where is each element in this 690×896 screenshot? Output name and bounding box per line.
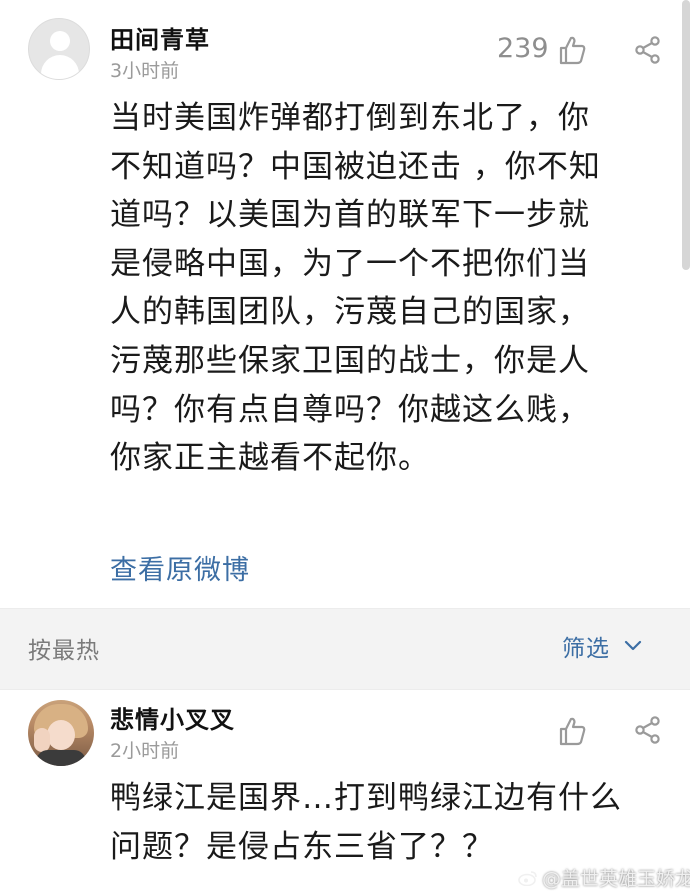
filter-label: 筛选 [562,636,610,662]
comment-line: 鸭绿江是国界…打到鸭绿江边有什么 [110,780,622,816]
comment-line: 你家正主越看不起你。 [110,440,430,477]
comment-card: 田间青草 3小时前 239 当时美国炸弹都打倒到东北了，你 不知道吗？中国被迫还… [0,0,690,610]
comment-line: 人的韩国团队，污蔑自己的国家， [110,294,590,331]
username[interactable]: 田间青草 [110,20,210,55]
sort-hot-label[interactable]: 按最热 [28,631,100,665]
avatar[interactable] [28,700,94,766]
sort-bar: 按最热 筛选 [0,608,690,690]
avatar-hand-shape [34,728,50,752]
comment-line: 道吗？以美国为首的联军下一步就 [110,197,590,234]
comment-line: 当时美国炸弹都打倒到东北了，你 [110,100,590,136]
avatar-head-shape [50,31,70,51]
chevron-down-icon [624,640,642,651]
like-count: 239 [497,33,549,64]
avatar-shirt-shape [36,750,86,766]
username[interactable]: 悲情小叉叉 [110,700,235,735]
share-icon[interactable] [634,36,662,64]
comment-line: 吗？你有点自尊吗？你越这么贱， [110,391,590,428]
timestamp: 2小时前 [110,740,180,762]
timestamp: 3小时前 [110,60,180,82]
avatar-body-shape [41,55,79,79]
watermark-text: @盖世英雄玉娇龙 [542,868,690,890]
weibo-logo-icon [518,870,537,886]
comment-line: 污蔑那些保家卫国的战士，你是人 [110,342,590,379]
comment-line: 是侵略中国，为了一个不把你们当 [110,245,590,282]
comment-text: 当时美国炸弹都打倒到东北了，你 不知道吗？中国被迫还击 ，你不知 道吗？以美国为… [110,94,650,483]
view-original-link[interactable]: 查看原微博 [110,548,250,587]
share-icon[interactable] [634,716,662,744]
avatar-face-shape [47,720,75,750]
comment-line: 不知道吗？中国被迫还击 ，你不知 [110,148,601,185]
thumbs-up-icon[interactable] [558,716,586,746]
watermark: @盖世英雄玉娇龙 [518,864,690,891]
comment-text: 鸭绿江是国界…打到鸭绿江边有什么 问题？是侵占东三省了？？ [110,774,670,871]
thumbs-up-icon[interactable] [558,35,586,65]
avatar[interactable] [28,18,90,80]
filter-button[interactable]: 筛选 [562,629,642,663]
